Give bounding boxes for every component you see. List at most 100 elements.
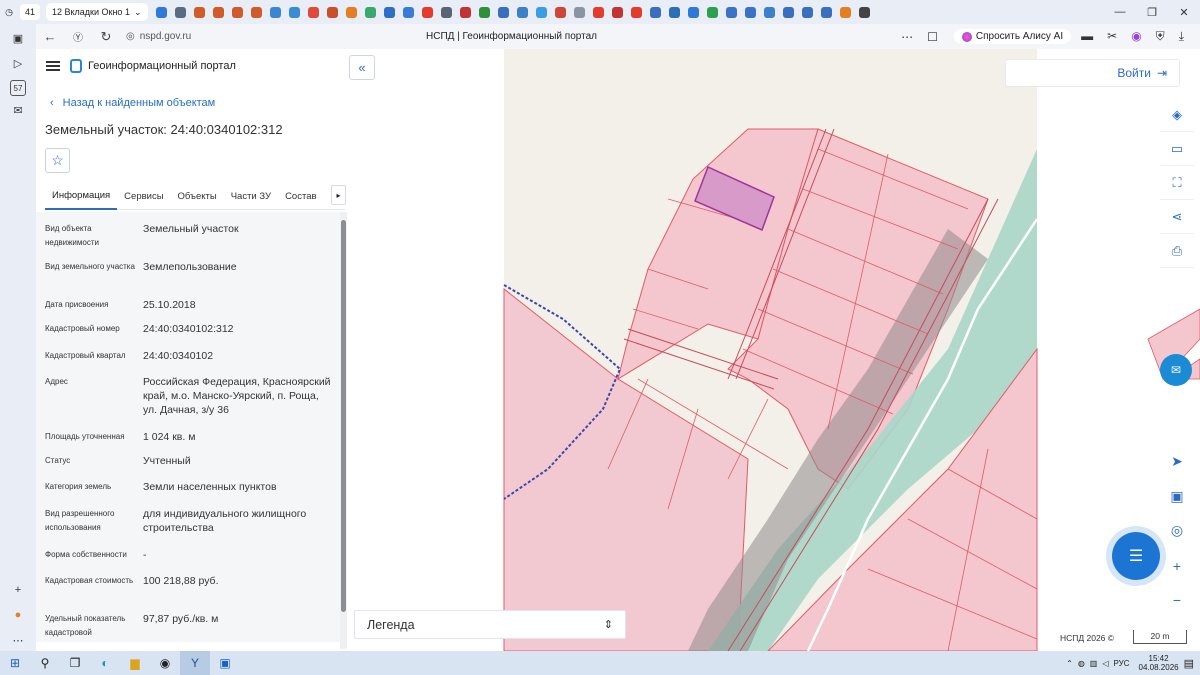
emblem-icon[interactable] bbox=[779, 2, 798, 22]
site-info-icon[interactable]: ◎ bbox=[126, 31, 135, 42]
url-field[interactable]: ◎ nspd.gov.ru bbox=[126, 31, 426, 42]
history-icon[interactable]: ◷ bbox=[0, 3, 18, 21]
minimize-icon[interactable]: — bbox=[1104, 6, 1136, 18]
tab-2[interactable]: Объекты bbox=[171, 184, 224, 210]
chat-button[interactable]: ☰ bbox=[1112, 532, 1160, 580]
emblem-icon[interactable] bbox=[798, 2, 817, 22]
pdf-icon[interactable] bbox=[551, 2, 570, 22]
minimap-icon[interactable]: ▣ bbox=[1160, 481, 1194, 511]
tab-count-badge[interactable]: 41 bbox=[20, 4, 40, 20]
network-icon[interactable]: ▥ bbox=[1090, 659, 1098, 668]
geolocation-icon[interactable]: ➤ bbox=[1160, 446, 1194, 476]
panel-scrollbar[interactable] bbox=[340, 212, 347, 649]
ruler-icon[interactable]: ▭ bbox=[1160, 132, 1194, 166]
document-icon[interactable] bbox=[399, 2, 418, 22]
ai-icon[interactable]: ◉ bbox=[1131, 29, 1141, 44]
share-icon[interactable]: ⋖ bbox=[1160, 200, 1194, 234]
layers-icon[interactable]: ◈ bbox=[1160, 98, 1194, 132]
add-panel-icon[interactable]: + bbox=[7, 579, 29, 601]
maximize-icon[interactable]: ❐ bbox=[1136, 6, 1168, 19]
yandex-browser-icon[interactable]: Y bbox=[180, 651, 210, 675]
shield-icon[interactable]: ⛨ bbox=[1156, 29, 1165, 44]
tab-3[interactable]: Части ЗУ bbox=[224, 184, 278, 210]
chrome-icon[interactable]: ◉ bbox=[150, 651, 180, 675]
start-icon[interactable]: ⊞ bbox=[0, 651, 30, 675]
vk-icon[interactable] bbox=[684, 2, 703, 22]
tab-4[interactable]: Состав bbox=[278, 184, 323, 210]
tabs-next-button[interactable]: ▸ bbox=[331, 185, 346, 205]
folder-icon[interactable]: ▆ bbox=[120, 651, 150, 675]
yandex-icon[interactable] bbox=[418, 2, 437, 22]
emblem-icon[interactable] bbox=[247, 2, 266, 22]
bookmark-icon[interactable] bbox=[171, 2, 190, 22]
flag-icon[interactable] bbox=[608, 2, 627, 22]
scrollbar-thumb[interactable] bbox=[341, 220, 346, 612]
cube-icon[interactable] bbox=[266, 2, 285, 22]
zoom-in-icon[interactable]: + bbox=[1160, 551, 1194, 581]
emblem-icon[interactable] bbox=[817, 2, 836, 22]
yandex-icon[interactable]: Ⓨ bbox=[64, 29, 92, 44]
plus-icon[interactable] bbox=[855, 2, 874, 22]
gosuslugi-icon[interactable] bbox=[380, 2, 399, 22]
collections-icon[interactable]: ▣ bbox=[7, 27, 29, 49]
mail-icon[interactable]: ● bbox=[7, 604, 29, 626]
language-indicator[interactable]: РУС bbox=[1114, 659, 1130, 668]
flag-icon[interactable] bbox=[456, 2, 475, 22]
messenger-icon[interactable]: ✉ bbox=[7, 99, 29, 121]
task-view-icon[interactable]: ❐ bbox=[60, 651, 90, 675]
globe-icon[interactable] bbox=[285, 2, 304, 22]
volume-icon[interactable]: ◁ bbox=[1102, 659, 1108, 668]
loading-icon[interactable] bbox=[703, 2, 722, 22]
terminal-icon[interactable] bbox=[475, 2, 494, 22]
gear-icon[interactable] bbox=[361, 2, 380, 22]
yandex-icon[interactable] bbox=[627, 2, 646, 22]
notifications-icon[interactable]: ▤ bbox=[1184, 657, 1194, 670]
zoom-out-icon[interactable]: − bbox=[1160, 585, 1194, 615]
house-icon[interactable] bbox=[323, 2, 342, 22]
play-icon[interactable]: ▷ bbox=[7, 52, 29, 74]
scissors-icon[interactable]: ✂ bbox=[1107, 29, 1117, 44]
back-link[interactable]: ‹ Назад к найденным объектам bbox=[50, 97, 215, 109]
vk-icon[interactable] bbox=[152, 2, 171, 22]
emblem-icon[interactable] bbox=[209, 2, 228, 22]
cadastral-map[interactable] bbox=[348, 49, 1200, 651]
login-button[interactable]: Войти ⇥ bbox=[1005, 59, 1180, 87]
tab-0[interactable]: Информация bbox=[45, 184, 118, 210]
yandex-icon[interactable] bbox=[589, 2, 608, 22]
umbrella-icon[interactable] bbox=[304, 2, 323, 22]
tab-group-button[interactable]: 12 Вкладки Окно 1 ⌄ bbox=[46, 3, 148, 21]
globe-icon[interactable] bbox=[760, 2, 779, 22]
map-canvas[interactable] bbox=[348, 49, 1200, 651]
ask-alice-button[interactable]: Спросить Алису AI bbox=[953, 29, 1072, 44]
more-icon[interactable]: ⋯ bbox=[901, 30, 913, 44]
mail-icon[interactable] bbox=[836, 2, 855, 22]
emblem-icon[interactable] bbox=[494, 2, 513, 22]
emblem-icon[interactable] bbox=[190, 2, 209, 22]
globe-icon[interactable] bbox=[513, 2, 532, 22]
tray-chevron-icon[interactable]: ⌃ bbox=[1066, 659, 1073, 668]
more-icon[interactable]: ⋯ bbox=[7, 629, 29, 651]
help-assistant-icon[interactable]: ✉ bbox=[1160, 354, 1192, 386]
extension-icon[interactable]: ▬ bbox=[1081, 29, 1093, 44]
menu-icon[interactable] bbox=[46, 61, 60, 71]
select-area-icon[interactable]: ⛶ bbox=[1160, 166, 1194, 200]
search-icon[interactable] bbox=[342, 2, 361, 22]
emblem-icon[interactable] bbox=[646, 2, 665, 22]
legend-panel[interactable]: Легенда ⇕ bbox=[354, 610, 626, 639]
search-icon[interactable] bbox=[741, 2, 760, 22]
portal-logo[interactable]: Геоинформационный портал bbox=[70, 59, 236, 73]
clock[interactable]: 15:42 04.08.2026 bbox=[1139, 654, 1179, 672]
download-icon[interactable]: ⤓ bbox=[1179, 29, 1184, 44]
search-icon[interactable] bbox=[722, 2, 741, 22]
emblem-icon[interactable] bbox=[228, 2, 247, 22]
back-arrow-icon[interactable]: ← bbox=[36, 29, 64, 44]
cloud-icon[interactable] bbox=[532, 2, 551, 22]
collapse-panel-button[interactable]: « bbox=[349, 55, 375, 80]
favorite-button[interactable]: ☆ bbox=[45, 148, 70, 173]
download-icon[interactable] bbox=[665, 2, 684, 22]
edge-icon[interactable]: ◐ bbox=[90, 651, 120, 675]
reload-icon[interactable]: ↻ bbox=[92, 29, 120, 45]
file-icon[interactable] bbox=[437, 2, 456, 22]
location-pin-icon[interactable]: ◎ bbox=[1160, 515, 1194, 545]
print-icon[interactable]: ⎙ bbox=[1160, 234, 1194, 268]
